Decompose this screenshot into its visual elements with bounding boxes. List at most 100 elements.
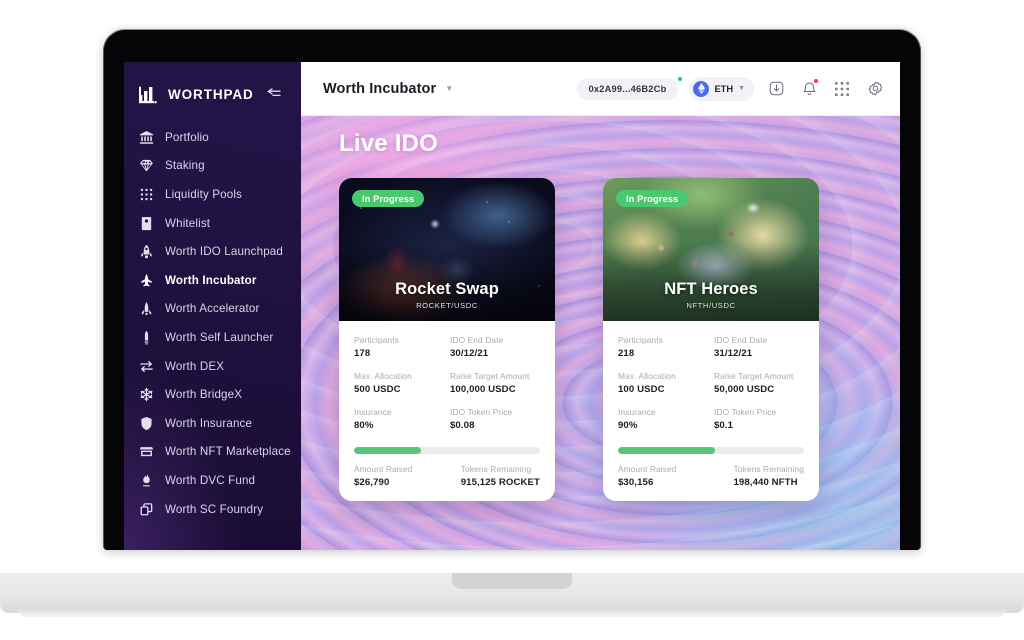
stat-label: IDO Token Price [714, 407, 777, 417]
sidebar-item-label: Worth NFT Marketplace [165, 445, 291, 459]
stat-value: 500 USDC [354, 384, 401, 395]
card-footer: Amount Raised $30,156 Tokens Remaining 1… [618, 464, 804, 488]
sidebar-item-worth-insurance[interactable]: Worth Insurance [124, 409, 301, 438]
brand[interactable]: WORTHPAD [124, 62, 301, 107]
grid-dots-icon [138, 186, 154, 202]
topbar: Worth Incubator ▼ 0x2A99...46B2Cb ETH ▼ [301, 62, 900, 116]
shuttle-icon [138, 301, 154, 317]
stat-end-date: IDO End Date 31/12/21 [714, 335, 804, 359]
stat-value: 31/12/21 [714, 348, 753, 359]
topbar-actions: 0x2A99...46B2Cb ETH ▼ [576, 76, 886, 101]
hero-text: Rocket Swap ROCKET/USDC [339, 280, 555, 310]
stat-label: Participants [618, 335, 663, 345]
stat-value: $30,156 [618, 477, 654, 488]
sidebar-item-portfolio[interactable]: Portfolio [124, 123, 301, 152]
stat-raise-target: Raise Target Amount 100,000 USDC [450, 371, 540, 395]
chain-selector[interactable]: ETH ▼ [689, 76, 754, 101]
card-body: Participants 218 IDO End Date 31/12/21 M… [603, 321, 819, 501]
sidebar-nav: Portfolio Staking Liquidity Pools Whitel… [124, 123, 301, 523]
stat-label: Insurance [354, 407, 392, 417]
main-content: Live IDO In Progress Rocket Swap ROCKET/… [301, 116, 900, 550]
page-title: Worth Incubator [323, 80, 437, 97]
brand-name: WORTHPAD [168, 87, 254, 102]
stat-participants: Participants 178 [354, 335, 444, 359]
stat-value: $0.08 [450, 420, 475, 431]
stat-value: 178 [354, 348, 371, 359]
stat-value: 100 USDC [618, 384, 665, 395]
stat-label: IDO End Date [450, 335, 504, 345]
gem-icon [138, 158, 154, 174]
stat-participants: Participants 218 [618, 335, 708, 359]
missile-icon [138, 329, 154, 345]
laptop-screen: WORTHPAD Portfolio Staking Liquidity Poo… [124, 62, 900, 550]
sidebar-item-worth-sc-foundry[interactable]: Worth SC Foundry [124, 495, 301, 524]
notification-badge [813, 78, 818, 83]
worthpad-bars-logo-icon [136, 82, 161, 107]
wallet-address-text: 0x2A99...46B2Cb [588, 83, 667, 94]
sidebar-item-label: Portfolio [165, 130, 209, 144]
stat-label: Raise Target Amount [450, 371, 530, 381]
wallet-status-dot [677, 76, 683, 81]
stat-value: 90% [618, 420, 638, 431]
stat-tokens-remaining: Tokens Remaining 198,440 NFTH [734, 464, 805, 488]
stat-value: 218 [618, 348, 635, 359]
stat-label: Tokens Remaining [460, 464, 532, 474]
stat-label: Max. Allocation [354, 371, 412, 381]
chevron-down-icon: ▼ [738, 85, 745, 92]
stat-value: 80% [354, 420, 374, 431]
sidebar-item-label: Whitelist [165, 216, 211, 230]
sidebar-item-whitelist[interactable]: Whitelist [124, 209, 301, 238]
stat-token-price: IDO Token Price $0.08 [450, 407, 540, 431]
sidebar-item-staking[interactable]: Staking [124, 152, 301, 181]
progress-bar [618, 447, 804, 454]
card-stats-grid: Participants 178 IDO End Date 30/12/21 M… [354, 335, 540, 431]
sidebar-item-worth-bridgex[interactable]: Worth BridgeX [124, 380, 301, 409]
chevron-down-icon[interactable]: ▼ [445, 84, 453, 93]
bell-icon[interactable] [798, 78, 820, 100]
stat-label: Max. Allocation [618, 371, 676, 381]
snowflake-icon [138, 387, 154, 403]
collapse-sidebar-icon[interactable] [266, 88, 281, 101]
stat-label: Participants [354, 335, 399, 345]
stat-value: 100,000 USDC [450, 384, 516, 395]
sidebar-item-liquidity-pools[interactable]: Liquidity Pools [124, 180, 301, 209]
chain-name: ETH [714, 83, 734, 94]
stat-tokens-remaining: Tokens Remaining 915,125 ROCKET [461, 464, 540, 488]
status-badge[interactable]: In Progress [616, 190, 689, 207]
sidebar-item-worth-dvc-fund[interactable]: Worth DVC Fund [124, 466, 301, 495]
copy-layers-icon [138, 501, 154, 517]
project-pair: NFTH/USDC [686, 301, 736, 310]
progress-bar-fill [618, 447, 715, 454]
rocket-icon [138, 244, 154, 260]
stat-amount-raised: Amount Raised $30,156 [618, 464, 677, 488]
ido-card[interactable]: In Progress Rocket Swap ROCKET/USDC Part… [339, 178, 555, 501]
card-hero: In Progress Rocket Swap ROCKET/USDC [339, 178, 555, 321]
sidebar-item-label: Worth Insurance [165, 416, 253, 430]
sidebar-item-label: Worth SC Foundry [165, 502, 264, 516]
sidebar-item-worth-self-launcher[interactable]: Worth Self Launcher [124, 323, 301, 352]
sidebar-item-worth-nft-marketplace[interactable]: Worth NFT Marketplace [124, 438, 301, 467]
download-icon[interactable] [765, 78, 787, 100]
stat-value: 198,440 NFTH [733, 477, 798, 488]
sidebar-item-label: Worth BridgeX [165, 388, 243, 402]
id-card-icon [138, 215, 154, 231]
sidebar-item-label: Liquidity Pools [165, 187, 243, 201]
sidebar-item-worth-ido-launchpad[interactable]: Worth IDO Launchpad [124, 237, 301, 266]
sidebar-item-label: Worth DEX [165, 359, 225, 373]
sidebar-item-label: Worth IDO Launchpad [165, 245, 283, 259]
card-stats-grid: Participants 218 IDO End Date 31/12/21 M… [618, 335, 804, 431]
apps-grid-icon[interactable] [831, 78, 853, 100]
stat-raise-target: Raise Target Amount 50,000 USDC [714, 371, 804, 395]
progress-bar [354, 447, 540, 454]
status-badge[interactable]: In Progress [352, 190, 425, 207]
sidebar-item-worth-incubator[interactable]: Worth Incubator [124, 266, 301, 295]
gear-icon[interactable] [864, 78, 886, 100]
ido-card[interactable]: In Progress NFT Heroes NFTH/USDC Partici… [603, 178, 819, 501]
storefront-icon [138, 444, 154, 460]
wallet-address-pill[interactable]: 0x2A99...46B2Cb [576, 76, 683, 100]
sidebar-item-worth-dex[interactable]: Worth DEX [124, 352, 301, 381]
stat-value: 50,000 USDC [714, 384, 775, 395]
sidebar-item-worth-accelerator[interactable]: Worth Accelerator [124, 295, 301, 324]
laptop-base-foot [18, 609, 1006, 617]
sidebar-item-label: Worth Self Launcher [165, 330, 274, 344]
